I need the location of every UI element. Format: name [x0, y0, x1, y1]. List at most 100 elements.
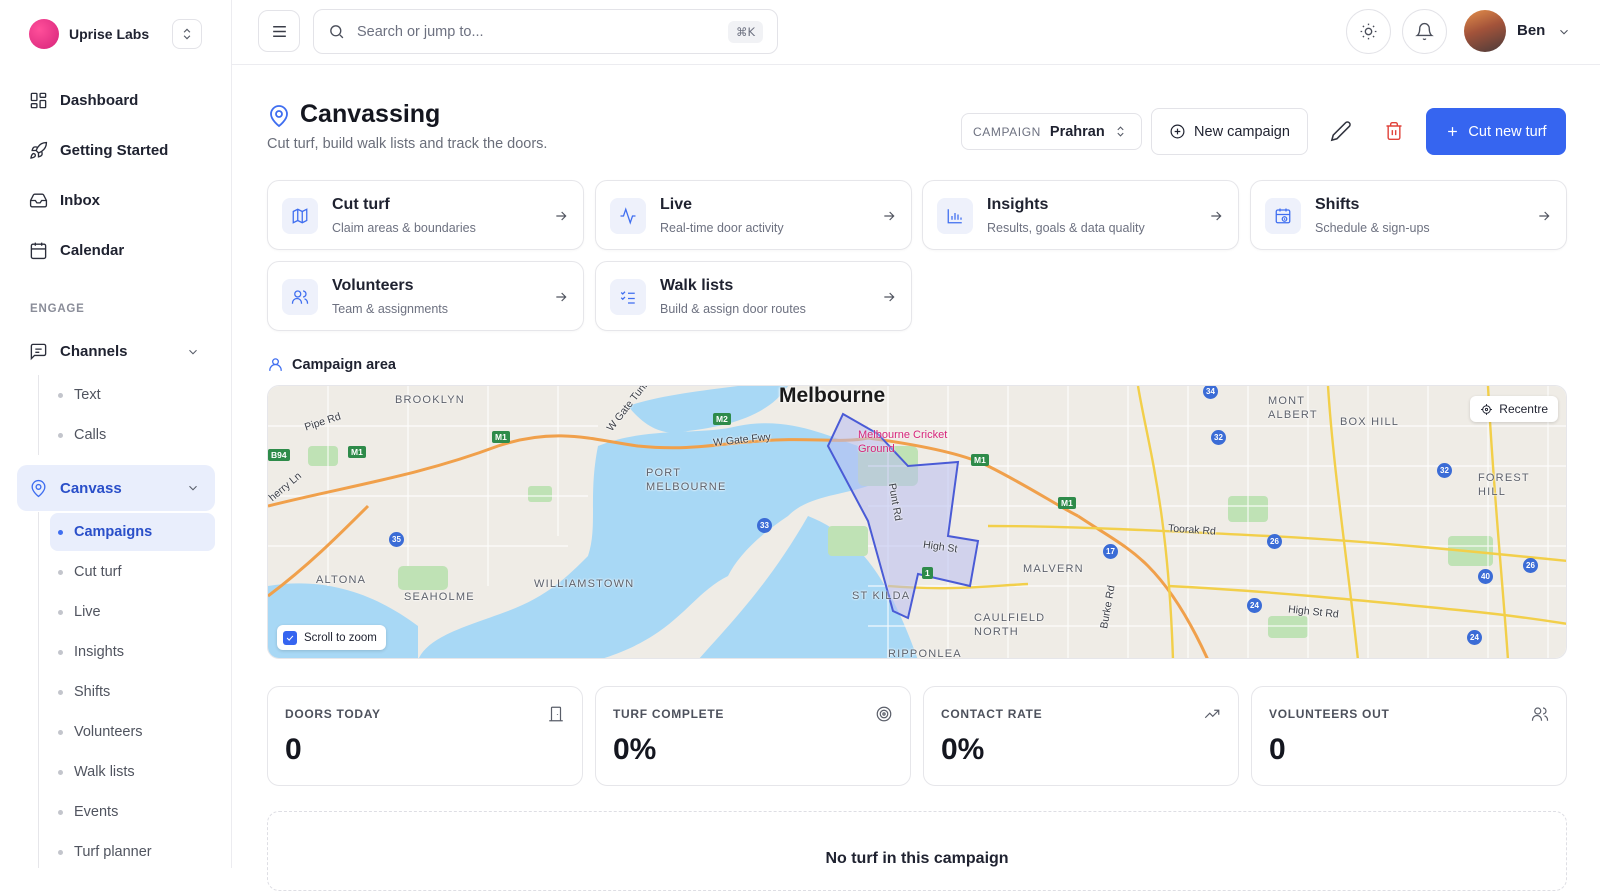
sidebar-item-canvass[interactable]: Canvass: [29, 476, 122, 500]
bullet-icon: [58, 649, 63, 655]
sidebar-subitem-label: Insights: [74, 644, 124, 660]
scroll-to-zoom-checkbox[interactable]: [283, 630, 297, 645]
search-placeholder: Search or jump to...: [357, 23, 484, 40]
stat-value: 0: [285, 733, 302, 766]
new-campaign-button[interactable]: New campaign: [1151, 108, 1308, 155]
map-suburb-label: MALVERN: [1023, 563, 1084, 575]
sidebar-subitem-campaigns[interactable]: Campaigns: [58, 521, 152, 543]
calendar-clock-icon: [1275, 208, 1291, 224]
route-marker: 40: [1478, 569, 1493, 584]
sidebar-item-channels[interactable]: Channels: [29, 339, 128, 363]
highway-shield: M2: [713, 413, 731, 425]
campaign-select[interactable]: CAMPAIGN Prahran: [961, 113, 1142, 150]
stat-label: CONTACT RATE: [941, 707, 1043, 721]
arrow-right-icon: [884, 292, 895, 302]
plus-icon: [1448, 127, 1458, 136]
map-suburb-label: FOREST HILL: [1478, 472, 1530, 498]
edit-campaign-button[interactable]: [1330, 120, 1352, 142]
sidebar-item-calendar[interactable]: Calendar: [29, 238, 124, 262]
empty-state-title: No turf in this campaign: [825, 850, 1009, 867]
card-title: Cut turf: [332, 196, 390, 213]
chevron-down-icon[interactable]: [1557, 25, 1571, 39]
bullet-icon: [58, 689, 63, 695]
sidebar-subitem-label: Text: [74, 387, 101, 403]
chevron-down-icon[interactable]: [186, 481, 200, 495]
check-icon: [286, 635, 294, 641]
map-header: Campaign area: [267, 356, 396, 373]
sidebar-subitem-turf-planner[interactable]: Turf planner: [58, 841, 152, 863]
sidebar-subitem-events[interactable]: Events: [58, 801, 118, 823]
list-checks-icon: [620, 291, 635, 304]
card-live[interactable]: Live Real-time door activity: [595, 180, 912, 250]
sidebar-item-label: Inbox: [60, 191, 100, 209]
theme-toggle-button[interactable]: [1346, 9, 1391, 54]
user-name[interactable]: Ben: [1517, 22, 1545, 39]
card-cut-turf[interactable]: Cut turf Claim areas & boundaries: [267, 180, 584, 250]
search-input[interactable]: Search or jump to... ⌘K: [313, 9, 778, 54]
bullet-icon: [58, 432, 63, 438]
route-marker: 32: [1437, 463, 1452, 478]
sidebar-item-label: Getting Started: [60, 141, 169, 159]
sidebar-subitem-cut-turf[interactable]: Cut turf: [58, 561, 122, 583]
avatar[interactable]: [1464, 10, 1506, 52]
empty-state: No turf in this campaign: [267, 811, 1567, 891]
search-icon: [330, 25, 344, 39]
bullet-icon: [58, 849, 63, 855]
cut-new-turf-button[interactable]: Cut new turf: [1426, 108, 1566, 155]
stat-value: 0%: [613, 733, 657, 766]
sidebar-subitem-label: Volunteers: [74, 724, 143, 740]
chevron-down-icon[interactable]: [186, 345, 200, 359]
stat-value: 0%: [941, 733, 985, 766]
sidebar-subitem-volunteers[interactable]: Volunteers: [58, 721, 143, 743]
search-shortcut-badge: ⌘K: [727, 20, 763, 43]
map-suburb-label: RIPPONLEA: [888, 648, 962, 659]
sidebar-item-getting-started[interactable]: Getting Started: [29, 138, 168, 162]
sidebar-subitem-text[interactable]: Text: [58, 384, 101, 406]
scroll-to-zoom-toggle[interactable]: Scroll to zoom: [277, 625, 386, 650]
bullet-icon: [58, 729, 63, 735]
sidebar-subitem-calls[interactable]: Calls: [58, 424, 106, 446]
sidebar-item-label: Channels: [60, 342, 128, 360]
card-shifts[interactable]: Shifts Schedule & sign-ups: [1250, 180, 1567, 250]
sidebar-item-inbox[interactable]: Inbox: [29, 188, 100, 212]
stat-label: VOLUNTEERS OUT: [1269, 707, 1390, 721]
map-pin-icon: [270, 105, 288, 128]
campaign-map[interactable]: Melbourne Melbourne Cricket Ground BROOK…: [267, 385, 1567, 659]
sidebar-item-dashboard[interactable]: Dashboard: [29, 88, 138, 112]
trending-up-icon: [1204, 709, 1220, 719]
brand[interactable]: Uprise Labs: [29, 19, 149, 49]
card-volunteers[interactable]: Volunteers Team & assignments: [267, 261, 584, 331]
rocket-icon: [30, 141, 48, 159]
menu-toggle-button[interactable]: [258, 10, 300, 52]
sidebar-subitem-label: Campaigns: [74, 524, 153, 540]
channels-tree-line: [38, 375, 39, 455]
sidebar-subitem-walk-lists[interactable]: Walk lists: [58, 761, 135, 783]
card-icon-box: [282, 198, 318, 234]
new-campaign-label: New campaign: [1194, 123, 1290, 140]
card-insights[interactable]: Insights Results, goals & data quality: [922, 180, 1239, 250]
sidebar-subitem-shifts[interactable]: Shifts: [58, 681, 110, 703]
chevrons-up-down-icon: [183, 28, 191, 40]
card-walk-lists[interactable]: Walk lists Build & assign door routes: [595, 261, 912, 331]
delete-campaign-button[interactable]: [1384, 121, 1404, 141]
sidebar-subitem-insights[interactable]: Insights: [58, 641, 124, 663]
sidebar-item-label: Dashboard: [60, 91, 139, 109]
map-suburb-label: ALTONA: [316, 574, 367, 586]
card-subtitle: Claim areas & boundaries: [332, 221, 476, 235]
user-pin-icon: [269, 358, 282, 371]
map-city-label: Melbourne: [779, 385, 886, 407]
arrow-right-icon: [556, 292, 567, 302]
bullet-icon: [58, 609, 63, 615]
workspace-switcher-button[interactable]: [172, 19, 202, 49]
route-marker: 1: [922, 567, 933, 579]
sidebar-item-label: Canvass: [60, 479, 122, 497]
route-marker: 26: [1267, 534, 1282, 549]
card-subtitle: Schedule & sign-ups: [1315, 221, 1430, 235]
bullet-icon: [58, 529, 63, 535]
bullet-icon: [58, 569, 63, 575]
recentre-button[interactable]: Recentre: [1470, 396, 1558, 422]
sidebar-subitem-live[interactable]: Live: [58, 601, 101, 623]
route-marker: 24: [1247, 598, 1262, 613]
notifications-button[interactable]: [1402, 9, 1447, 54]
sidebar-subitem-label: Events: [74, 804, 119, 820]
